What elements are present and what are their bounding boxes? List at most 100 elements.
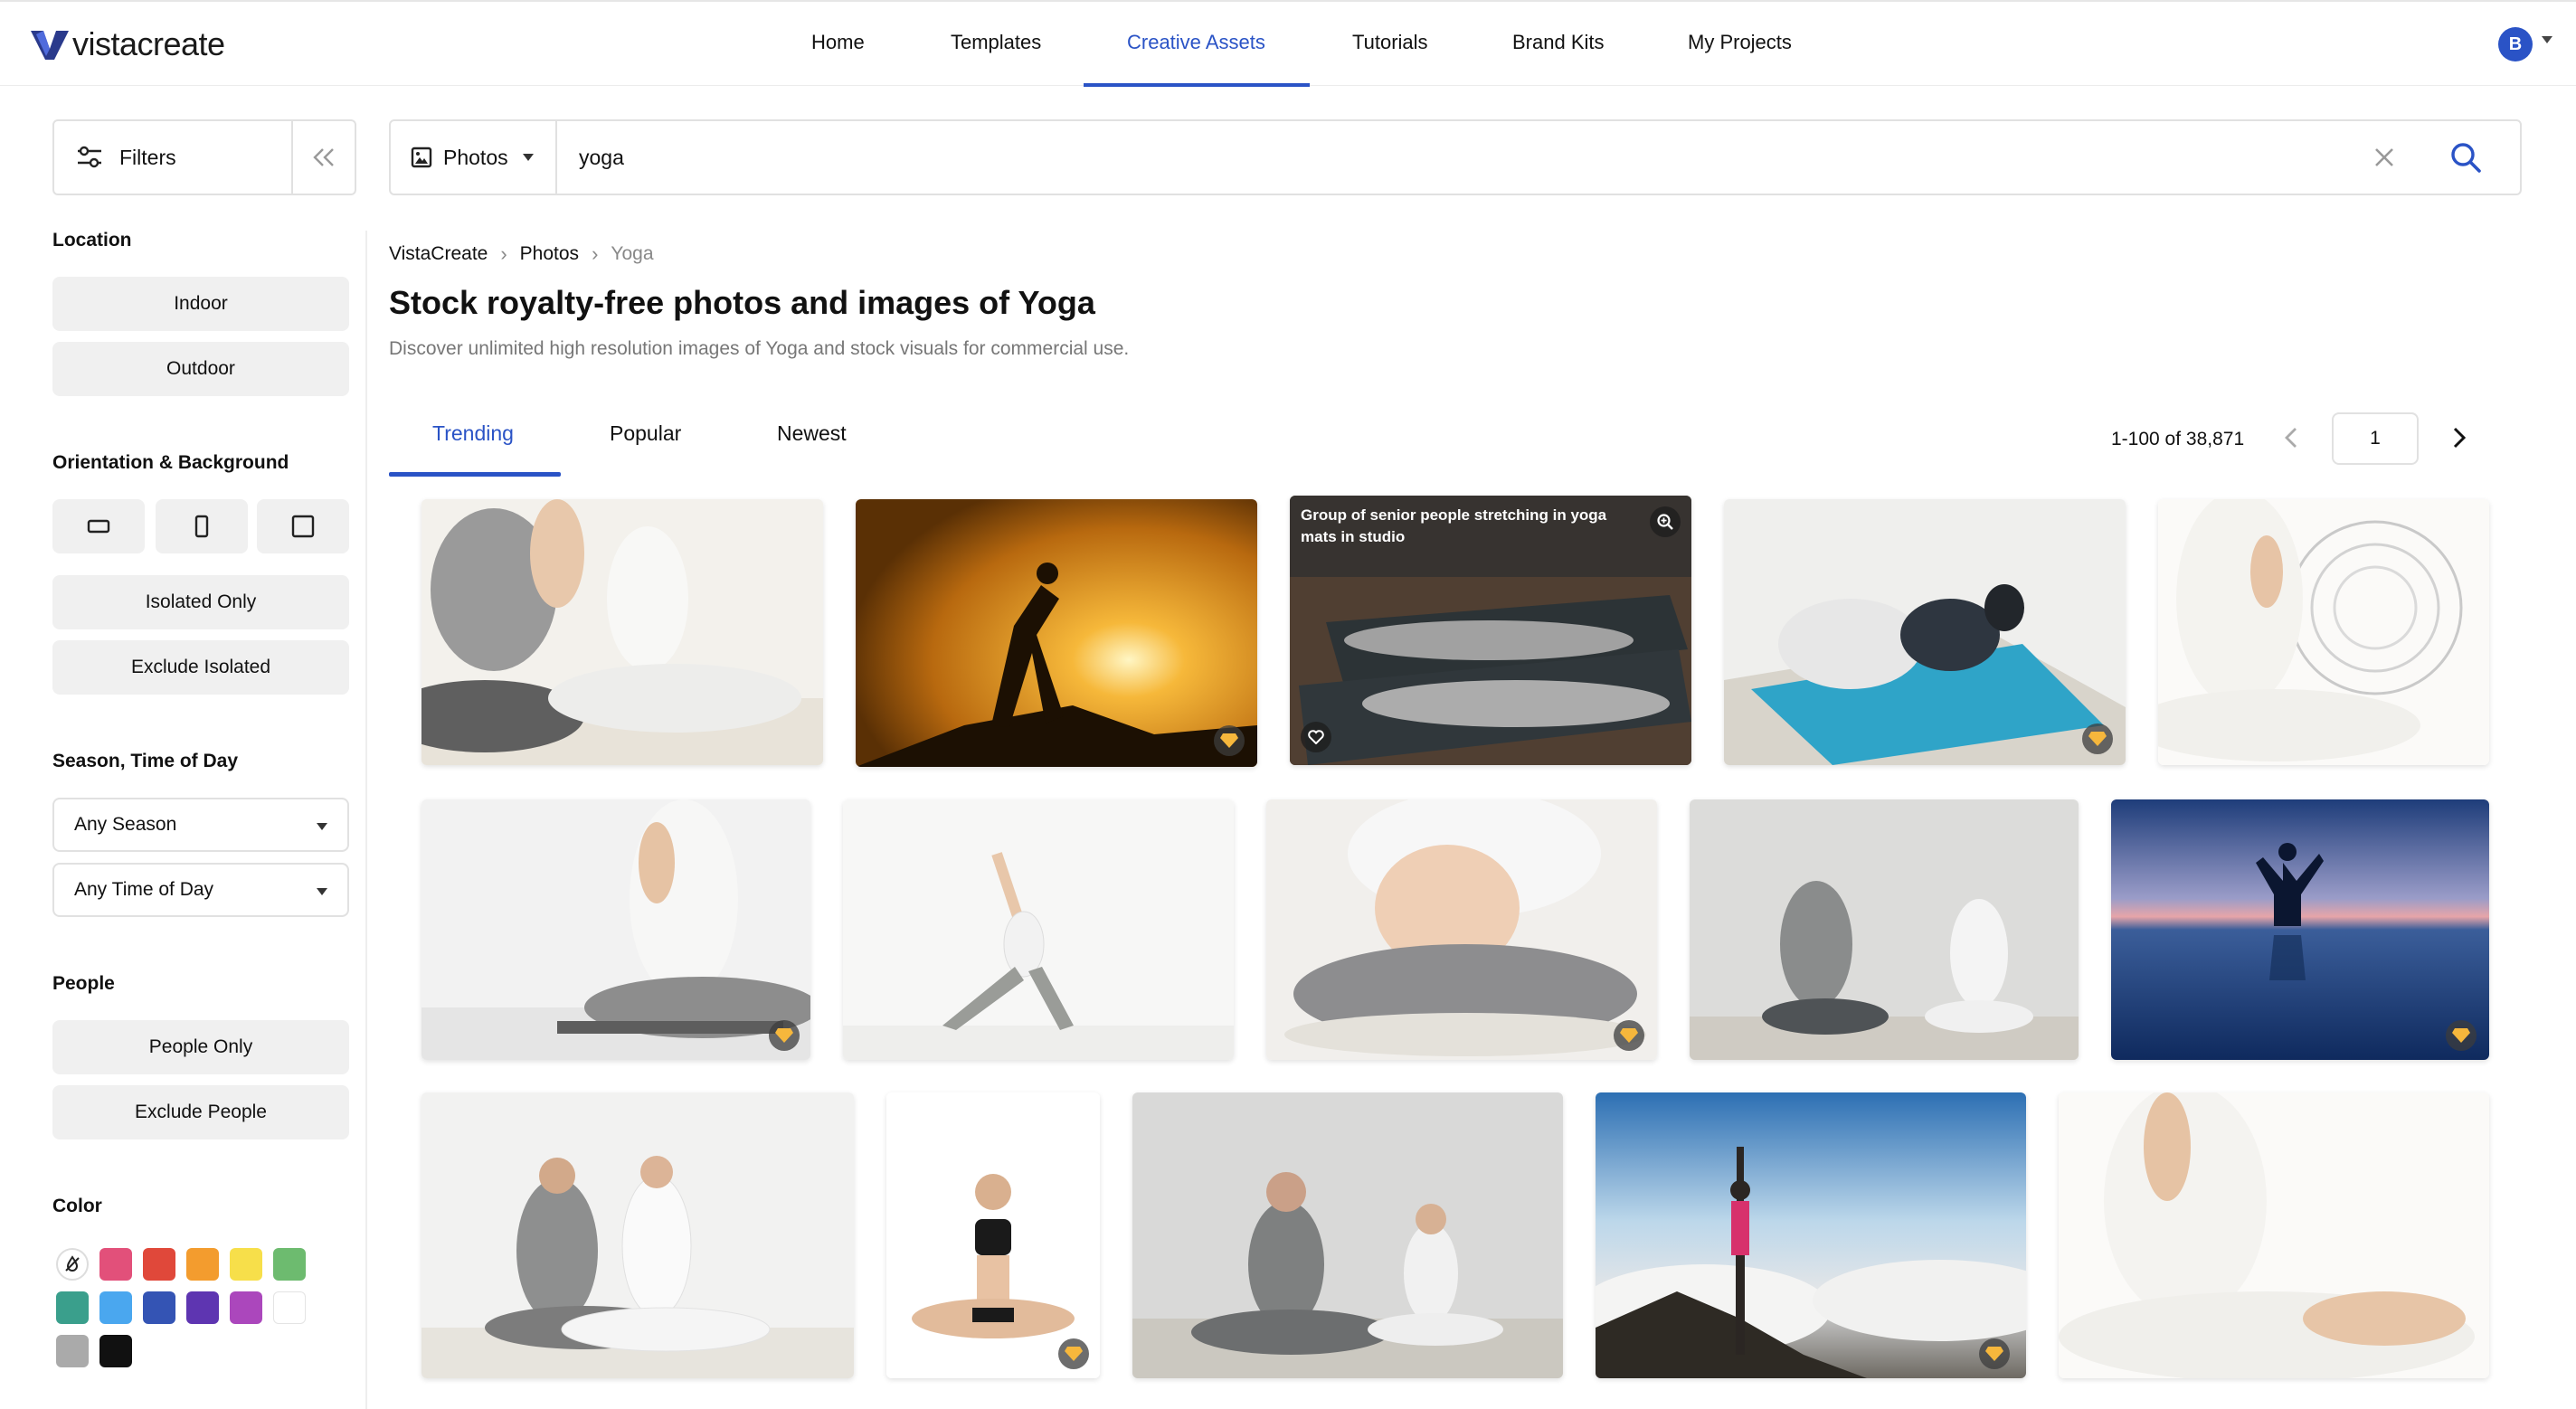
filter-exclude-people[interactable]: Exclude People [52,1085,349,1139]
next-page-icon[interactable] [2442,421,2475,454]
filter-people-only[interactable]: People Only [52,1020,349,1074]
orientation-vertical-button[interactable] [156,499,248,553]
color-swatch[interactable] [273,1248,306,1281]
season-value: Any Season [74,814,177,835]
photo-card[interactable] [1132,1092,1563,1378]
square-icon [291,515,315,538]
photo-card[interactable] [856,499,1257,767]
color-any-swatch[interactable] [56,1248,89,1281]
color-swatch[interactable] [143,1248,175,1281]
white-outfit-prayer-image [2059,1092,2489,1378]
breadcrumb-current: Yoga [611,243,654,264]
woman-lotus-isolated-image [886,1092,1100,1378]
color-swatch[interactable] [56,1335,89,1367]
photo-card[interactable] [1266,799,1657,1060]
photo-card[interactable] [886,1092,1100,1378]
mandala-meditation-image [2158,499,2489,765]
color-swatch[interactable] [186,1291,219,1324]
account-menu-caret-icon[interactable] [2542,36,2552,43]
photo-card-hovered[interactable]: Group of senior people stretching in yog… [1290,496,1691,765]
photo-card[interactable] [421,1092,854,1378]
nav-my-projects[interactable]: My Projects [1688,31,1792,54]
vertical-rect-icon [194,515,209,538]
user-avatar[interactable]: B [2498,27,2533,61]
chevron-right-icon: › [500,242,507,265]
tab-popular[interactable]: Popular [610,421,681,446]
pregnant-meditation-image [1266,799,1657,1060]
filters-button[interactable]: Filters [54,121,291,194]
nav-creative-assets[interactable]: Creative Assets [1127,31,1265,54]
orientation-horizontal-button[interactable] [52,499,145,553]
breadcrumb-vistacreate[interactable]: VistaCreate [389,243,488,265]
color-swatch[interactable] [273,1291,306,1324]
double-chevron-left-icon [313,148,334,166]
photo-card[interactable] [843,799,1234,1060]
time-of-day-dropdown[interactable]: Any Time of Day [52,863,349,917]
studio-meditation-duo-image [1132,1092,1563,1378]
ocean-dusk-meditation-image [2111,799,2489,1060]
filter-indoor[interactable]: Indoor [52,277,349,331]
breadcrumb-photos[interactable]: Photos [520,243,579,265]
color-swatch[interactable] [230,1291,262,1324]
premium-gem-icon [1614,1020,1644,1051]
filter-outdoor[interactable]: Outdoor [52,342,349,396]
photo-card[interactable] [1596,1092,2026,1378]
photo-hover-title: Group of senior people stretching in yog… [1301,506,1607,545]
result-count: 1-100 of 38,871 [2111,429,2245,449]
color-swatch[interactable] [99,1335,132,1367]
nav-brand-kits[interactable]: Brand Kits [1512,31,1605,54]
color-title: Color [52,1196,102,1216]
childs-pose-blue-mat-image [1724,499,2126,765]
previous-page-icon[interactable] [2276,421,2308,454]
orientation-square-button[interactable] [257,499,349,553]
color-swatch[interactable] [230,1248,262,1281]
search-icon[interactable] [2448,139,2484,175]
top-navigation-bar: vistacreate Home Templates Creative Asse… [0,0,2576,87]
asset-type-select[interactable]: Photos [391,121,555,194]
filters-header: Filters [52,119,356,195]
color-swatch[interactable] [99,1248,132,1281]
page-number-input[interactable]: 1 [2332,412,2419,465]
orientation-title: Orientation & Background [52,452,289,473]
color-swatch[interactable] [99,1291,132,1324]
active-tab-indicator [389,472,561,477]
color-swatch[interactable] [56,1291,89,1324]
active-nav-indicator [1084,83,1310,87]
filters-label: Filters [119,145,176,169]
photo-card[interactable] [2059,1092,2489,1378]
nav-home[interactable]: Home [811,31,865,54]
no-color-icon [65,1255,80,1272]
heart-icon [1308,730,1324,744]
season-title: Season, Time of Day [52,751,239,771]
color-swatch[interactable] [143,1291,175,1324]
tab-trending[interactable]: Trending [432,421,514,446]
mountain-tree-pose-image [1596,1092,2026,1378]
nav-templates[interactable]: Templates [951,31,1041,54]
color-swatch[interactable] [186,1248,219,1281]
logo-mark-icon [31,31,69,60]
chevron-down-icon [317,888,327,895]
season-dropdown[interactable]: Any Season [52,798,349,852]
photo-card[interactable] [2158,499,2489,765]
filter-exclude-isolated[interactable]: Exclude Isolated [52,640,349,695]
premium-gem-icon [2446,1020,2477,1051]
photo-card[interactable] [421,499,823,765]
photo-card[interactable] [1724,499,2126,765]
photo-card[interactable] [421,799,810,1060]
filter-isolated-only[interactable]: Isolated Only [52,575,349,629]
vistacreate-logo[interactable]: vistacreate [31,25,225,63]
favorite-button[interactable] [1301,722,1331,752]
tab-newest[interactable]: Newest [777,421,847,446]
nav-tutorials[interactable]: Tutorials [1352,31,1428,54]
clear-search-icon[interactable] [2368,141,2401,174]
premium-gem-icon [1214,725,1245,756]
photo-card[interactable] [2111,799,2489,1060]
photo-card[interactable] [1690,799,2079,1060]
zoom-preview-button[interactable] [1650,506,1681,537]
search-input[interactable] [577,137,2205,177]
page-subtitle: Discover unlimited high resolution image… [389,338,1130,359]
premium-gem-icon [769,1020,800,1051]
logo-text: vistacreate [72,25,225,62]
asset-type-label: Photos [443,145,508,169]
collapse-sidebar-button[interactable] [293,121,355,194]
